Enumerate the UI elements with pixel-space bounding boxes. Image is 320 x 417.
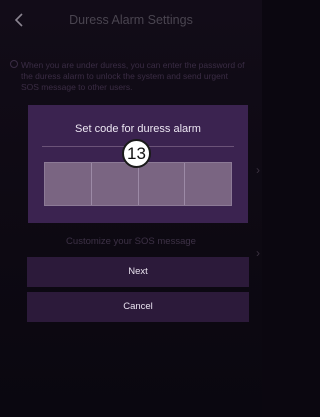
code-input-row[interactable] — [44, 162, 232, 206]
step-number-badge: 13 — [122, 139, 151, 168]
code-digit-2[interactable] — [91, 163, 139, 205]
sos-message-label[interactable]: Customize your SOS message — [0, 236, 262, 247]
code-digit-4[interactable] — [185, 163, 231, 205]
chevron-right-icon[interactable]: › — [256, 246, 260, 260]
code-digit-1[interactable] — [45, 163, 92, 205]
duress-alarm-settings-screen: Duress Alarm Settings When you are under… — [0, 0, 262, 417]
header: Duress Alarm Settings — [0, 0, 262, 40]
info-icon — [10, 60, 18, 68]
code-digit-3[interactable] — [138, 163, 186, 205]
chevron-right-icon[interactable]: › — [256, 163, 260, 177]
info-text: When you are under duress, you can enter… — [21, 60, 245, 92]
cancel-button[interactable]: Cancel — [27, 292, 249, 322]
page-title: Duress Alarm Settings — [69, 13, 193, 27]
next-button[interactable]: Next — [27, 257, 249, 287]
dialog-title: Set code for duress alarm — [75, 123, 201, 135]
